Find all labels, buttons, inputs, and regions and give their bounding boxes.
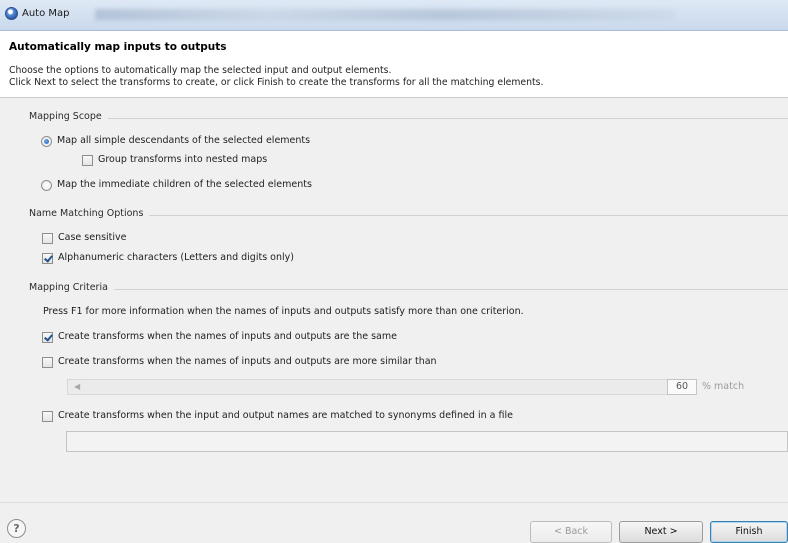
footer-divider bbox=[0, 502, 788, 503]
finish-button[interactable]: Finish bbox=[710, 521, 788, 543]
page-description: Choose the options to automatically map … bbox=[9, 65, 543, 89]
group-mapping-scope: Mapping Scope bbox=[29, 111, 788, 125]
wizard-banner: Automatically map inputs to outputs Choo… bbox=[0, 31, 788, 98]
checkbox-label: Create transforms when the names of inpu… bbox=[58, 331, 397, 342]
window-titlebar: Auto Map bbox=[0, 0, 788, 31]
group-divider bbox=[29, 289, 788, 290]
radio-label: Map all simple descendants of the select… bbox=[57, 135, 311, 146]
group-label: Name Matching Options bbox=[29, 208, 150, 219]
blurred-title-region bbox=[95, 9, 675, 20]
checkbox-label: Create transforms when the input and out… bbox=[58, 410, 513, 421]
synonyms-file-field[interactable] bbox=[66, 431, 788, 452]
checkbox[interactable] bbox=[42, 233, 53, 244]
checkbox[interactable] bbox=[42, 411, 53, 422]
slider-left-arrow-icon[interactable]: ◀ bbox=[74, 382, 80, 391]
group-name-matching: Name Matching Options bbox=[29, 208, 788, 222]
group-divider bbox=[29, 118, 788, 119]
similarity-unit-label: % match bbox=[702, 381, 745, 392]
radio-button-selected[interactable] bbox=[41, 136, 52, 147]
checkbox-label: Case sensitive bbox=[58, 232, 127, 243]
criteria-hint: Press F1 for more information when the n… bbox=[43, 306, 524, 317]
similarity-spinner[interactable]: 60 bbox=[667, 379, 697, 395]
page-title: Automatically map inputs to outputs bbox=[9, 41, 227, 53]
app-icon bbox=[5, 7, 18, 20]
checkbox-checked[interactable] bbox=[42, 253, 53, 264]
checkbox-checked[interactable] bbox=[42, 332, 53, 343]
radio-button[interactable] bbox=[41, 180, 52, 191]
description-line-1: Choose the options to automatically map … bbox=[9, 65, 392, 76]
description-line-2: Click Next to select the transforms to c… bbox=[9, 77, 544, 88]
group-label: Mapping Criteria bbox=[29, 282, 114, 293]
checkbox-label: Create transforms when the names of inpu… bbox=[58, 356, 437, 367]
window-title: Auto Map bbox=[22, 8, 70, 19]
checkbox[interactable] bbox=[82, 155, 93, 166]
help-icon[interactable]: ? bbox=[7, 519, 26, 538]
similarity-slider[interactable]: ◀ ▶ bbox=[67, 379, 686, 395]
checkbox-label: Group transforms into nested maps bbox=[98, 154, 268, 165]
radio-label: Map the immediate children of the select… bbox=[57, 179, 312, 190]
next-button[interactable]: Next > bbox=[619, 521, 703, 543]
group-mapping-criteria: Mapping Criteria bbox=[29, 282, 788, 296]
checkbox[interactable] bbox=[42, 357, 53, 368]
back-button[interactable]: < Back bbox=[530, 521, 612, 543]
group-label: Mapping Scope bbox=[29, 111, 108, 122]
checkbox-label: Alphanumeric characters (Letters and dig… bbox=[58, 252, 294, 263]
